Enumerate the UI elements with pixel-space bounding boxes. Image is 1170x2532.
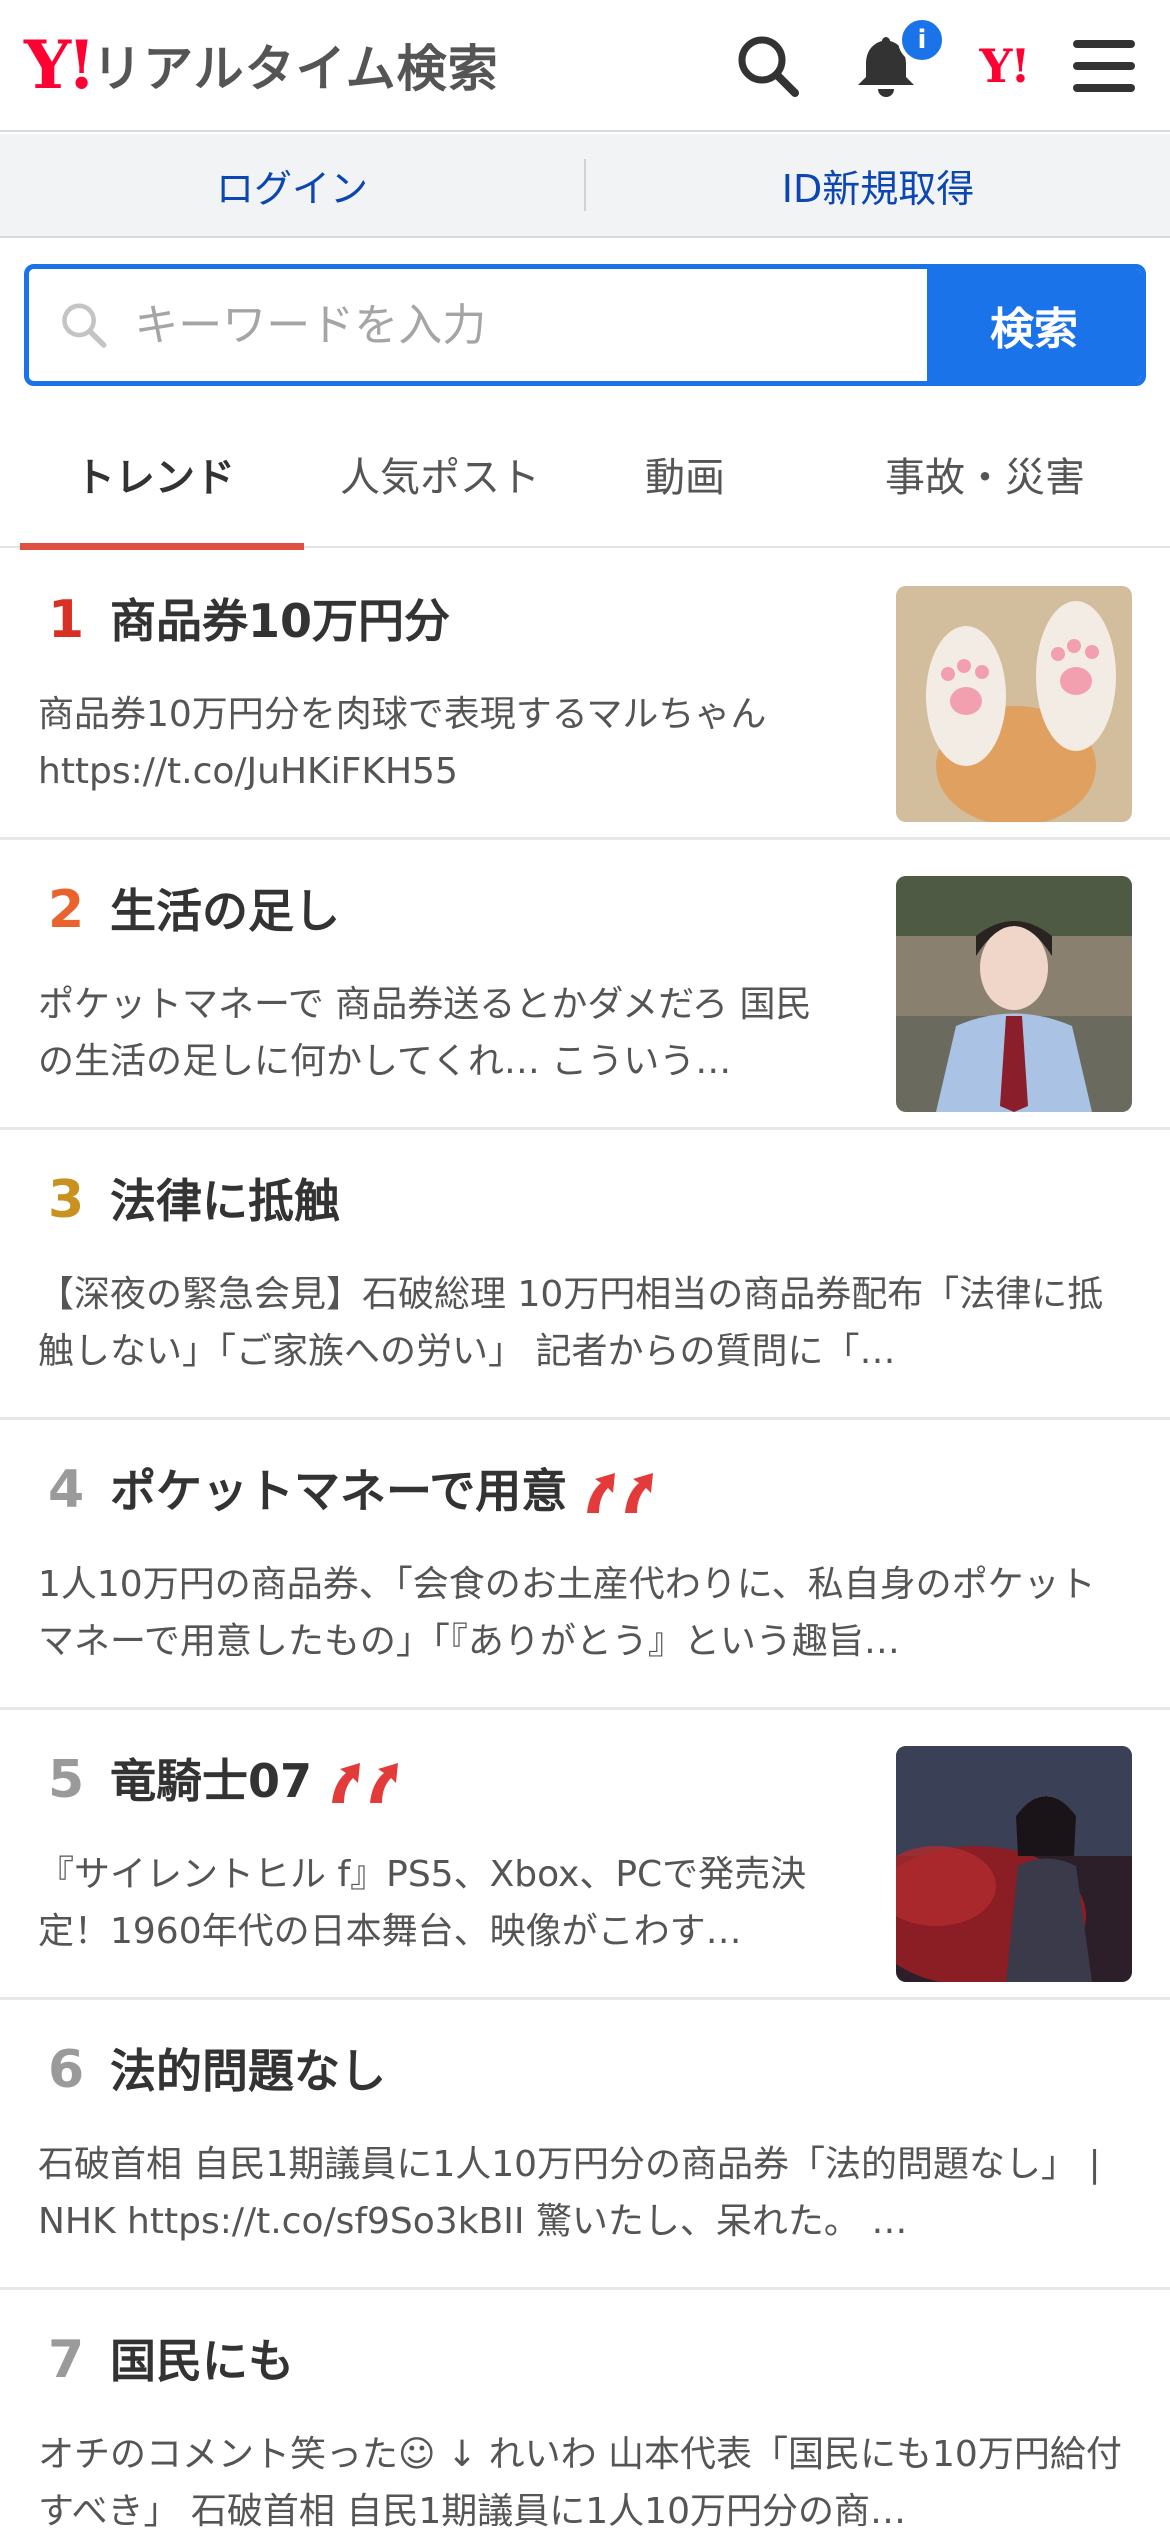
trend-item[interactable]: 2 生活の足し ポケットマネーで 商品券送るとかダメだろ 国民の生活の足しに何か… bbox=[0, 840, 1170, 1130]
rising-arrows-icon bbox=[583, 1469, 667, 1515]
signup-link[interactable]: ID新規取得 bbox=[586, 158, 1170, 213]
trend-title: ポケットマネーで用意 bbox=[110, 1464, 667, 1519]
trend-title: 法的問題なし bbox=[110, 2044, 386, 2098]
app-header: Y! リアルタイム検索 i Y! bbox=[0, 0, 1170, 132]
trend-description: ポケットマネーで 商品券送るとかダメだろ 国民の生活の足しに何かしてくれ… こう… bbox=[38, 984, 812, 1082]
trend-item[interactable]: 4 ポケットマネーで用意 1人10万円の商品券、「会食のお土産代わりに、私自身の… bbox=[0, 1420, 1170, 1710]
search-field[interactable] bbox=[29, 269, 927, 381]
trend-description: 石破首相 自民1期議員に1人10万円分の商品券「法的問題なし」 | NHK ht… bbox=[38, 2144, 1101, 2242]
hamburger-menu-icon[interactable] bbox=[1066, 28, 1142, 104]
rank-number: 5 bbox=[48, 1750, 85, 1810]
cat-paws-thumbnail[interactable] bbox=[896, 586, 1132, 822]
trend-item[interactable]: 6 法的問題なし 石破首相 自民1期議員に1人10万円分の商品券「法的問題なし」… bbox=[0, 2000, 1170, 2290]
rank-number: 2 bbox=[48, 880, 85, 940]
trend-item[interactable]: 7 国民にも オチのコメント笑った☺ ↓ れいわ 山本代表「国民にも10万円給付… bbox=[0, 2290, 1170, 2532]
notification-badge[interactable]: i bbox=[898, 16, 946, 64]
account-bar: ログイン ID新規取得 bbox=[0, 134, 1170, 238]
logo-text: リアルタイム検索 bbox=[92, 40, 499, 98]
yahoo-realtime-logo[interactable]: Y! リアルタイム検索 bbox=[24, 30, 499, 100]
rank-number: 4 bbox=[48, 1460, 85, 1520]
search-input[interactable] bbox=[134, 299, 927, 351]
search-form: 検索 bbox=[24, 264, 1146, 386]
rank-number: 6 bbox=[48, 2040, 85, 2100]
yahoo-mark-icon[interactable]: Y! bbox=[966, 28, 1042, 104]
rank-number: 3 bbox=[48, 1170, 85, 1230]
trend-title: 国民にも bbox=[110, 2334, 294, 2388]
rank-number: 1 bbox=[48, 590, 85, 650]
trend-description: 【深夜の緊急会見】石破総理 10万円相当の商品券配布「法律に抵触しない」「ご家族… bbox=[38, 1274, 1104, 1372]
trend-item[interactable]: 5 竜騎士07 『サイレントヒル f』PS5、Xbox、PCで発売決定！1960… bbox=[0, 1710, 1170, 2000]
trend-description: 1人10万円の商品券、「会食のお土産代わりに、私自身のポケットマネーで用意したも… bbox=[38, 1564, 1096, 1662]
tab-video[interactable]: 動画 bbox=[570, 400, 800, 548]
search-icon[interactable] bbox=[730, 28, 806, 104]
category-tabs: トレンド 人気ポスト 動画 事故・災害 bbox=[0, 400, 1170, 550]
trend-description: オチのコメント笑った☺ ↓ れいわ 山本代表「国民にも10万円給付すべき」 石破… bbox=[38, 2434, 1122, 2532]
trend-title: 商品券10万円分 bbox=[110, 594, 451, 648]
trend-description: 商品券10万円分を肉球で表現するマルちゃん https://t.co/JuHKi… bbox=[38, 694, 767, 792]
login-link[interactable]: ログイン bbox=[0, 158, 584, 213]
tab-accident-disaster[interactable]: 事故・災害 bbox=[800, 400, 1170, 548]
tab-popular-posts[interactable]: 人気ポスト bbox=[310, 400, 570, 548]
trend-item[interactable]: 3 法律に抵触 【深夜の緊急会見】石破総理 10万円相当の商品券配布「法律に抵触… bbox=[0, 1130, 1170, 1420]
rising-arrows-icon bbox=[328, 1759, 412, 1805]
search-icon bbox=[62, 303, 107, 348]
trend-title: 生活の足し bbox=[110, 884, 340, 938]
uniform-woman-thumbnail[interactable] bbox=[896, 876, 1132, 1112]
logo-mark: Y! bbox=[24, 26, 96, 104]
search-button[interactable]: 検索 bbox=[927, 269, 1141, 381]
trend-title: 法律に抵触 bbox=[110, 1174, 340, 1228]
trend-title: 竜騎士07 bbox=[110, 1754, 412, 1809]
trend-description: 『サイレントヒル f』PS5、Xbox、PCで発売決定！1960年代の日本舞台、… bbox=[38, 1854, 807, 1952]
rank-number: 7 bbox=[48, 2330, 85, 2390]
trend-item[interactable]: 1 商品券10万円分 商品券10万円分を肉球で表現するマルちゃん https:/… bbox=[0, 550, 1170, 840]
tab-trend[interactable]: トレンド bbox=[0, 400, 310, 550]
game-scene-thumbnail[interactable] bbox=[896, 1746, 1132, 1982]
